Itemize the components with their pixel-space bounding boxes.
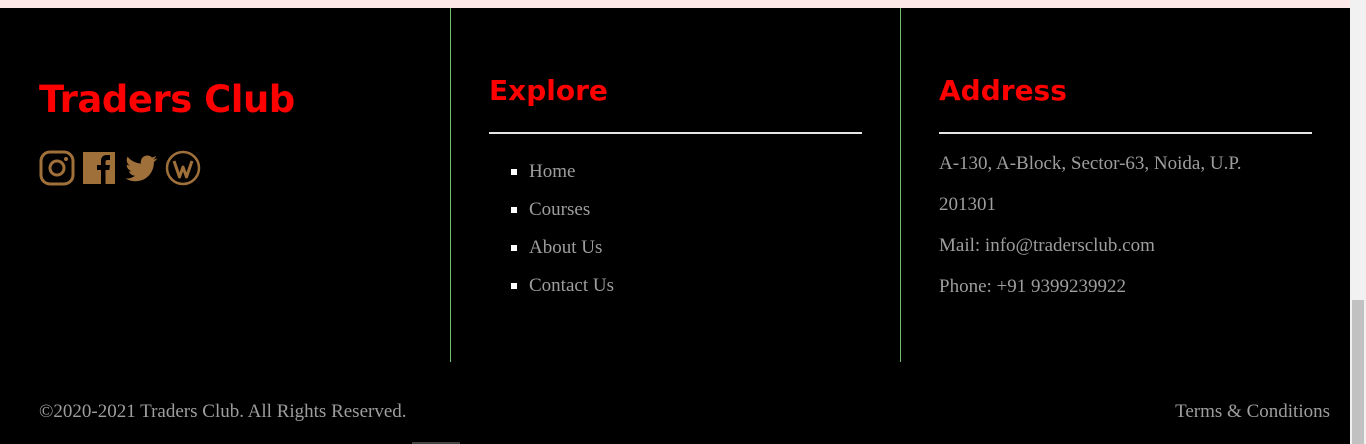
- terms-link[interactable]: Terms & Conditions: [1175, 401, 1330, 423]
- copyright-text: ©2020-2021 Traders Club. All Rights Rese…: [39, 401, 407, 422]
- phone-text: Phone: +91 9399239922: [939, 276, 1126, 297]
- courses-link[interactable]: Courses: [529, 199, 590, 220]
- list-item: Contact Us: [511, 274, 614, 312]
- explore-title: Explore: [489, 74, 608, 107]
- facebook-icon[interactable]: [81, 150, 117, 186]
- list-item: Courses: [511, 198, 614, 236]
- scrollbar-thumb[interactable]: [1352, 300, 1364, 444]
- mail-text: Mail: info@tradersclub.com: [939, 235, 1155, 256]
- list-item: Home: [511, 160, 614, 198]
- address-column: Address A-130, A-Block, Sector-63, Noida…: [900, 8, 1351, 362]
- explore-divider: [489, 132, 862, 134]
- contact-us-link[interactable]: Contact Us: [529, 275, 614, 296]
- home-link[interactable]: Home: [529, 161, 575, 182]
- address-line-1: A-130, A-Block, Sector-63, Noida, U.P.: [939, 153, 1242, 174]
- address-divider: [939, 132, 1312, 134]
- explore-column: Explore Home Courses About Us Contact Us: [450, 8, 900, 362]
- twitter-icon[interactable]: [123, 150, 159, 186]
- address-title: Address: [939, 74, 1067, 107]
- list-item: About Us: [511, 236, 614, 274]
- address-postcode: 201301: [939, 194, 996, 215]
- explore-links: Home Courses About Us Contact Us: [511, 160, 614, 312]
- site-footer: Traders Club Explore Home Courses About …: [0, 8, 1350, 444]
- address-block: A-130, A-Block, Sector-63, Noida, U.P. 2…: [939, 152, 1242, 316]
- brand-name: Traders Club: [39, 78, 295, 121]
- wordpress-icon[interactable]: [165, 150, 201, 186]
- instagram-icon[interactable]: [39, 150, 75, 186]
- top-strip: [0, 0, 1350, 8]
- social-links: [39, 150, 201, 186]
- about-us-link[interactable]: About Us: [529, 237, 602, 258]
- brand-column: Traders Club: [0, 8, 449, 362]
